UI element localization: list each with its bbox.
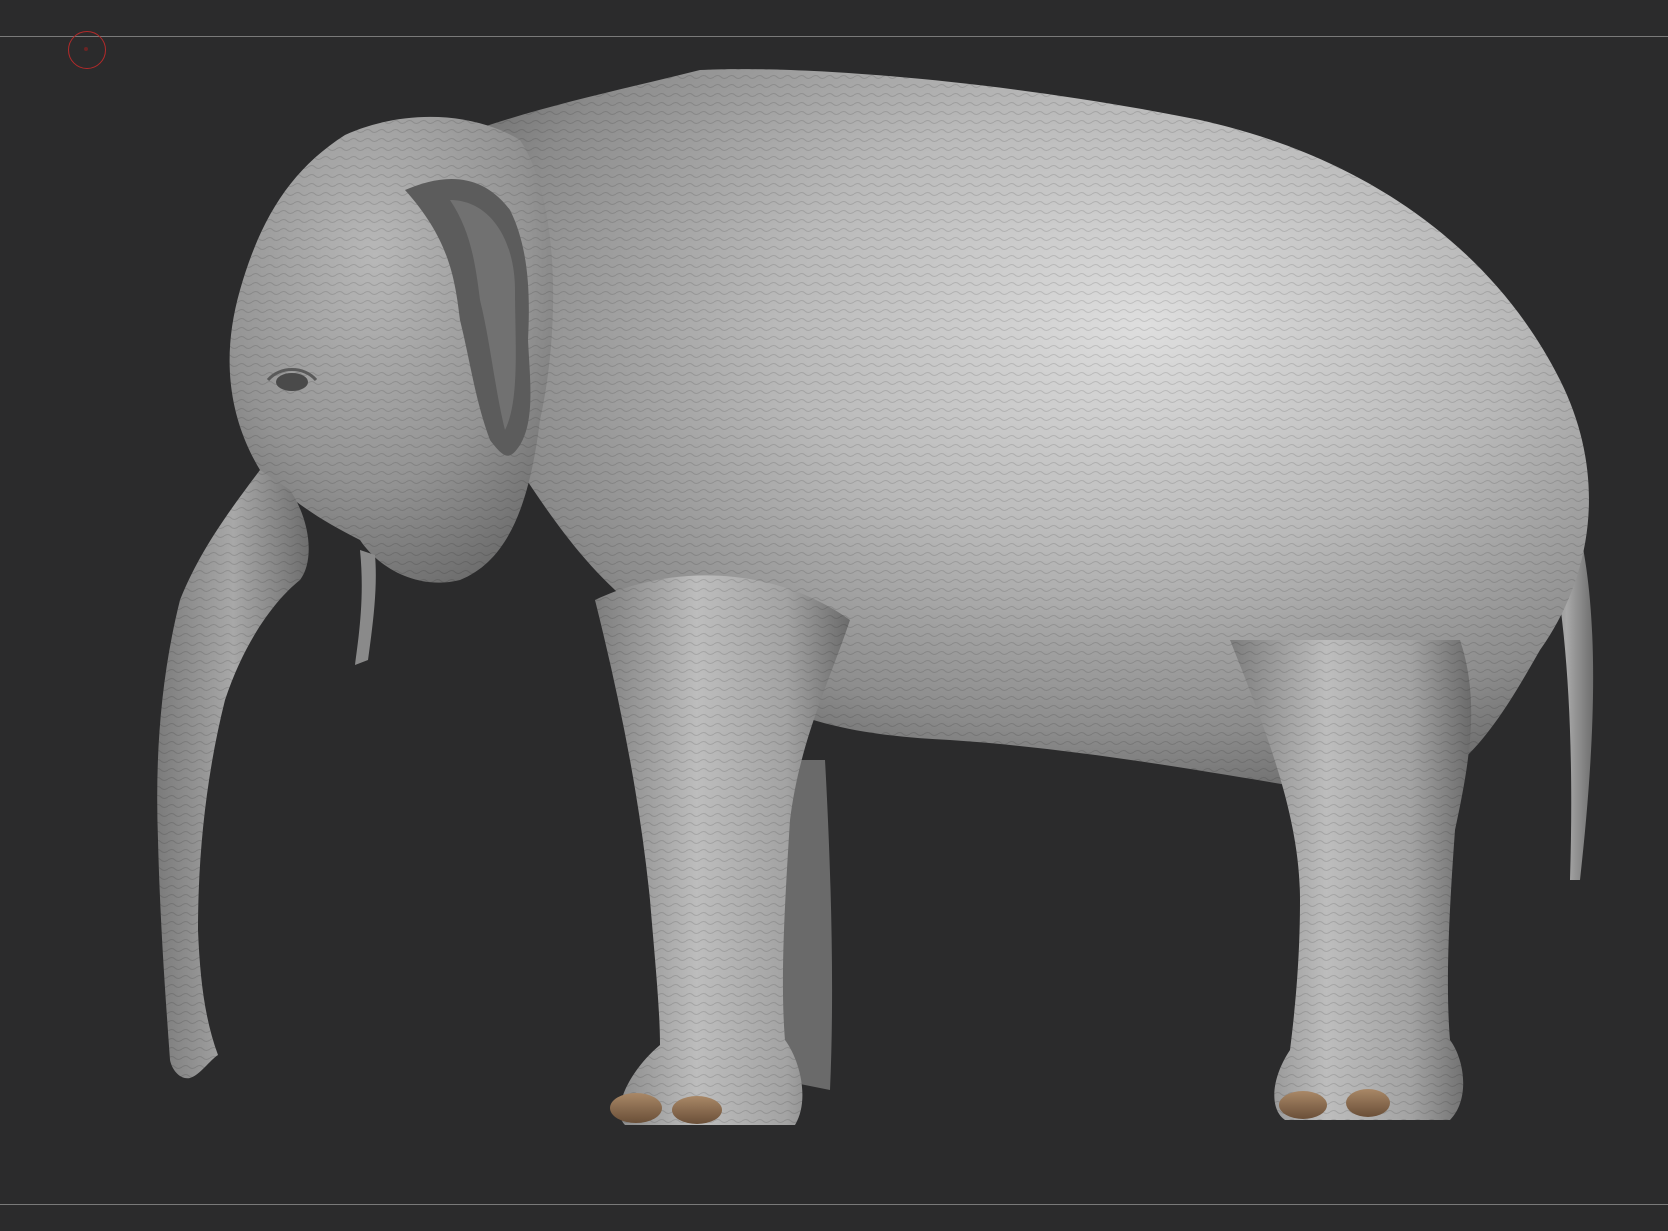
elephant-sculpt-model[interactable] <box>0 0 1668 1231</box>
near-hind-leg <box>1230 640 1472 1120</box>
front-toenail-2 <box>672 1096 722 1124</box>
hind-toenail-1 <box>1279 1091 1327 1119</box>
front-toenail-1 <box>610 1093 662 1123</box>
elephant-trunk <box>157 470 309 1079</box>
3d-viewport[interactable] <box>0 0 1668 1231</box>
hind-toenail-2 <box>1346 1089 1390 1117</box>
eye <box>276 373 308 391</box>
